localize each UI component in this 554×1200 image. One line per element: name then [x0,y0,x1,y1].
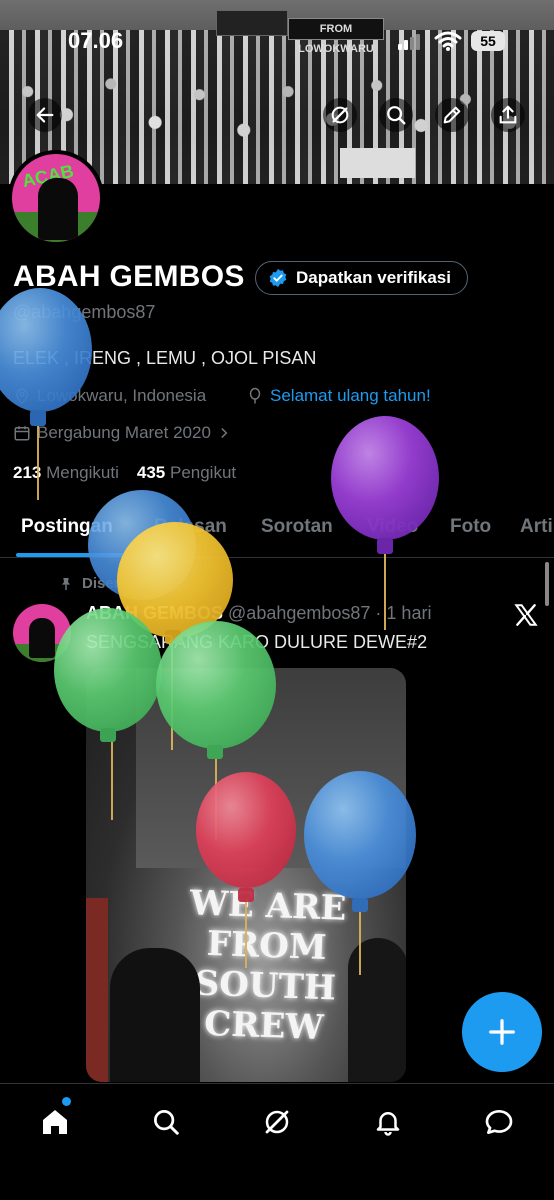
pinned-label: Disematkan [58,575,166,592]
get-verified-button[interactable]: Dapatkan verifikasi [255,261,468,295]
post-time: · 1 hari [375,603,432,623]
nav-home[interactable] [35,1102,75,1142]
post-author[interactable]: ABAH GEMBOS [86,603,223,623]
chevron-right-icon [221,428,228,438]
calendar-icon [14,426,30,441]
banner-banner-cloth [340,148,415,178]
grok-icon [265,1110,289,1134]
nav-search[interactable] [146,1102,186,1142]
followers-label: Pengikut [169,463,237,482]
post-meta: ABAH GEMBOS @abahgembos87 · 1 hari [86,603,431,624]
nav-messages[interactable] [479,1102,519,1142]
nav-grok[interactable] [257,1102,297,1142]
post-avatar[interactable] [13,604,71,662]
nav-notifications[interactable] [368,1102,408,1142]
follow-stats: 213 Mengikuti 435 Pengikut [13,463,236,483]
notifications-icon [376,1112,400,1136]
grok-button[interactable] [323,98,357,132]
tab-balasan[interactable]: Balasan [154,516,227,538]
bottom-navigation [0,1083,554,1200]
following-count: 213 [13,463,42,482]
tab-video[interactable]: Video [367,516,418,538]
back-button[interactable] [28,98,62,132]
battery-indicator: 55 [471,31,505,51]
profile-name: ABAH GEMBOS [13,260,245,293]
status-time: 07.06 [68,28,124,53]
post-avatar-figure [29,618,55,658]
pinned-text: Disematkan [82,575,167,592]
get-verified-label: Dapatkan verifikasi [296,268,451,287]
post-text: SENGSARANG KARO DULURE DEWE#2 [86,632,428,652]
joined-text: Bergabung Maret 2020 [37,423,211,442]
media-person-left [110,948,200,1082]
profile-joined[interactable]: Bergabung Maret 2020 [13,423,231,443]
avatar-figure [38,178,78,240]
balloon-icon [249,387,261,404]
location-pin-icon [15,388,29,405]
tab-sorotan[interactable]: Sorotan [261,516,333,538]
edit-icon [443,106,461,124]
media-person-right [348,938,406,1082]
profile-handle: @abahgembos87 [13,302,156,322]
search-icon [387,106,406,125]
profile-tabs: Postingan Balasan Sorotan Video Foto Art… [0,506,554,558]
profile-location: Lowokwaru, Indonesia [13,386,206,406]
following-label: Mengikuti [46,463,119,482]
tab-foto[interactable]: Foto [450,516,491,538]
edit-profile-button[interactable] [435,98,469,132]
home-notification-dot [62,1097,71,1106]
profile-bio: ELEK , IRENG , LEMU , OJOL PISAN [13,348,317,368]
share-button[interactable] [491,98,525,132]
tab-artikel[interactable]: Artikel [520,516,554,538]
scrollbar[interactable] [545,562,549,606]
post-handle: @abahgembos87 [228,603,371,623]
messages-icon [485,1110,513,1134]
search-icon [154,1110,179,1135]
active-tab-indicator [16,553,124,557]
plus-icon [489,1019,515,1045]
grok-icon [331,106,349,124]
x-logo-icon[interactable] [513,602,539,628]
share-icon [499,105,517,124]
verified-badge-icon [269,268,287,288]
birthday-text: Selamat ulang tahun! [270,386,431,405]
compose-post-button[interactable] [462,992,542,1072]
media-door [86,898,108,1082]
status-bar: 07.06 55 [0,0,554,70]
followers-count: 435 [136,463,166,482]
profile-avatar[interactable]: ACAB [8,150,104,246]
signal-icon [398,34,420,50]
pin-icon [62,577,70,590]
following-link[interactable]: 213 Mengikuti [13,463,119,483]
birthday-link[interactable]: Selamat ulang tahun! [246,386,431,406]
location-text: Lowokwaru, Indonesia [37,386,207,405]
profile-search-button[interactable] [379,98,413,132]
post-media-video[interactable]: WE ARE FROM SOUTH CREW [86,668,406,1082]
home-icon [43,1110,67,1134]
wifi-icon [434,31,462,51]
followers-link[interactable]: 435 Pengikut [137,463,236,483]
back-arrow-icon [36,107,54,123]
media-wall [136,668,406,868]
tab-postingan[interactable]: Postingan [21,516,113,538]
